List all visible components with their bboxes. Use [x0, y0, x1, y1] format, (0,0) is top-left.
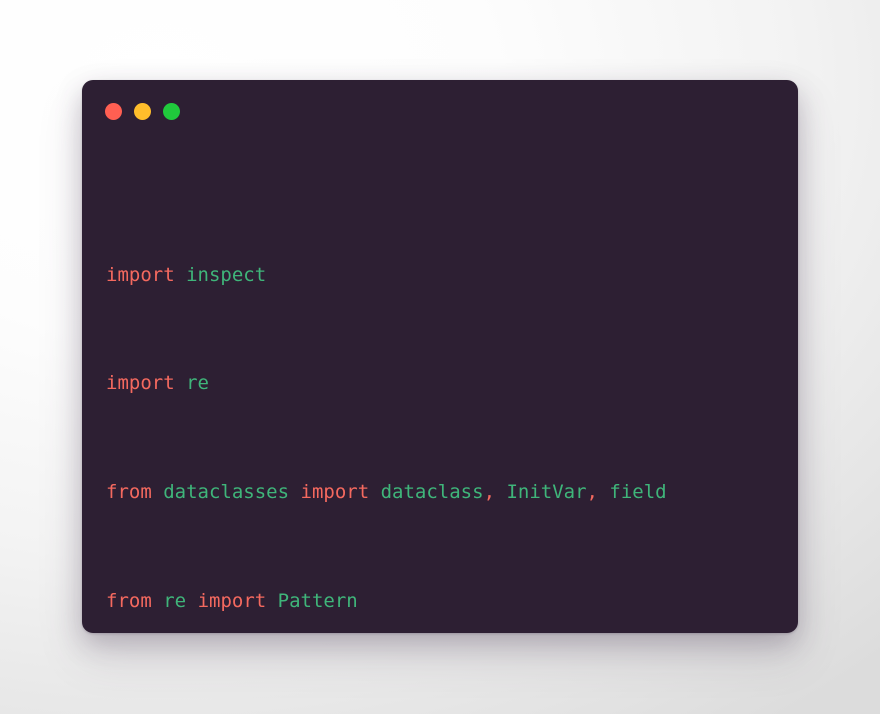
token-module-name: re — [163, 590, 187, 613]
token-comma: , — [483, 481, 507, 504]
token-import-name: field — [609, 481, 667, 504]
token-module-name: inspect — [186, 263, 267, 286]
code-line-1: import inspect — [106, 262, 784, 289]
token-module-name: re — [186, 372, 209, 395]
token-keyword: import — [106, 372, 175, 395]
code-block[interactable]: import inspect import re from dataclasse… — [106, 180, 784, 619]
token-keyword-import: import — [197, 590, 267, 613]
token-comma: , — [586, 481, 610, 504]
token-keyword: import — [106, 263, 175, 286]
maximize-window-icon[interactable] — [163, 103, 180, 120]
code-line-2: import re — [106, 370, 784, 397]
traffic-light-buttons — [105, 103, 180, 120]
code-line-4: from re import Pattern — [106, 588, 784, 615]
window-titlebar — [82, 80, 798, 142]
code-line-3: from dataclasses import dataclass, InitV… — [106, 479, 784, 506]
token-module-name: dataclasses — [163, 481, 290, 504]
close-window-icon[interactable] — [105, 103, 122, 120]
minimize-window-icon[interactable] — [134, 103, 151, 120]
token-import-name: dataclass — [380, 481, 484, 504]
code-window: import inspect import re from dataclasse… — [82, 80, 798, 633]
page-backdrop: import inspect import re from dataclasse… — [0, 0, 880, 714]
token-import-name: InitVar — [506, 481, 587, 504]
token-import-name: Pattern — [277, 590, 358, 613]
token-keyword-import: import — [300, 481, 370, 504]
token-keyword-from: from — [106, 481, 152, 504]
token-keyword-from: from — [106, 590, 152, 613]
